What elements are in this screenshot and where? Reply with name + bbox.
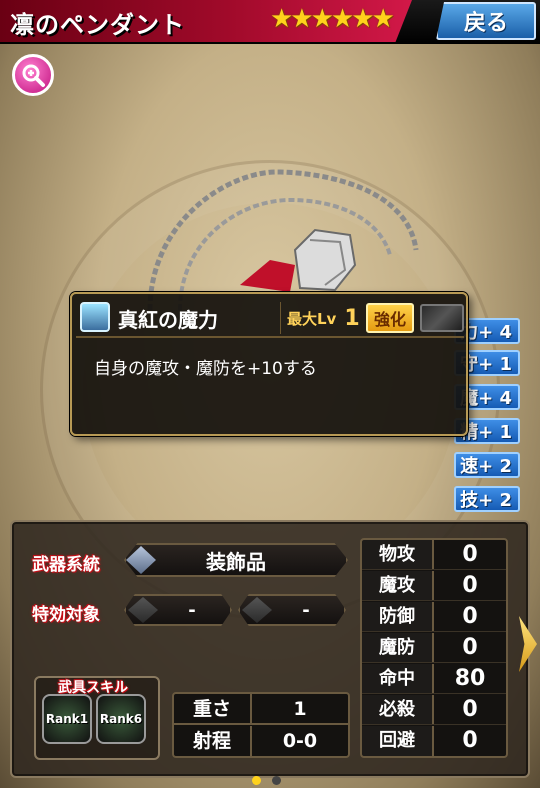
range-row: 射程 0-0 <box>174 726 348 757</box>
weight-value: 1 <box>293 698 307 720</box>
weight-range-table: 重さ 1 射程 0-0 <box>172 692 350 758</box>
skill-description: 自身の魔攻・魔防を+10する <box>94 359 317 379</box>
skill-tooltip: 真紅の魔力 最大Lv 1 強化 自身の魔攻・魔防を+10する <box>70 292 468 436</box>
stat-value: 0 <box>462 573 478 598</box>
skill-emblem-icon <box>80 302 110 332</box>
rank6-skill-icon[interactable]: Rank6 <box>96 694 146 744</box>
stat-value: 0 <box>462 728 478 753</box>
effective-target-label: 特効対象 <box>32 605 100 625</box>
stat-row-mag-def: 魔防 0 <box>362 633 506 663</box>
range-label: 射程 <box>174 726 252 757</box>
weapon-type-label: 武器系統 <box>32 555 100 575</box>
enhance-button[interactable]: 強化 <box>366 303 414 333</box>
skill-level-label: 最大Lv <box>287 309 337 328</box>
rarity-stars: ★★★★★★ <box>270 4 395 34</box>
stat-row-crit: 必殺 0 <box>362 695 506 725</box>
stat-row-hit: 命中 80 <box>362 664 506 694</box>
stat-chip-skl: 技+ 2 <box>454 486 520 512</box>
item-title: 凛のペンダント <box>10 11 185 39</box>
stat-chip-spd: 速+ 2 <box>454 452 520 478</box>
zoom-in-icon <box>22 64 45 87</box>
stat-label: 物攻 <box>362 540 434 569</box>
stat-row-defense: 防御 0 <box>362 602 506 632</box>
stat-row-avoid: 回避 0 <box>362 726 506 756</box>
range-value: 0-0 <box>282 730 318 752</box>
stat-row-mag-atk: 魔攻 0 <box>362 571 506 601</box>
stat-label: 魔防 <box>362 633 434 662</box>
stat-label: 必殺 <box>362 695 434 724</box>
stat-label: 防御 <box>362 602 434 631</box>
weapon-type-value: 装飾品 <box>124 543 348 577</box>
stat-row-phys-atk: 物攻 0 <box>362 540 506 570</box>
stat-value: 80 <box>454 666 486 691</box>
skill-name: 真紅の魔力 <box>118 308 218 332</box>
weight-row: 重さ 1 <box>174 694 348 725</box>
zoom-button[interactable] <box>12 54 54 96</box>
stat-label: 魔攻 <box>362 571 434 600</box>
back-button[interactable]: 戻る <box>436 2 536 40</box>
weight-label: 重さ <box>174 694 252 723</box>
stat-value: 0 <box>462 697 478 722</box>
header: 凛のペンダント ★★★★★★ 戻る <box>0 0 540 44</box>
stat-value: 0 <box>462 604 478 629</box>
stat-value: 0 <box>462 635 478 660</box>
page-dot[interactable] <box>272 776 281 785</box>
skill-level: 最大Lv 1 <box>280 302 360 334</box>
rank1-skill-icon[interactable]: Rank1 <box>42 694 92 744</box>
skill-header: 真紅の魔力 最大Lv 1 強化 <box>76 298 464 338</box>
stat-label: 回避 <box>362 726 434 756</box>
empty-slot-button[interactable] <box>420 304 464 332</box>
stat-label: 命中 <box>362 664 434 693</box>
page-dot-active[interactable] <box>252 776 261 785</box>
title-bar: 凛のペンダント ★★★★★★ <box>0 0 412 42</box>
stat-value: 0 <box>462 542 478 567</box>
skill-level-value: 1 <box>344 305 360 331</box>
stats-table: 物攻 0 魔攻 0 防御 0 魔防 0 命中 80 必殺 0 回避 0 <box>360 538 508 758</box>
